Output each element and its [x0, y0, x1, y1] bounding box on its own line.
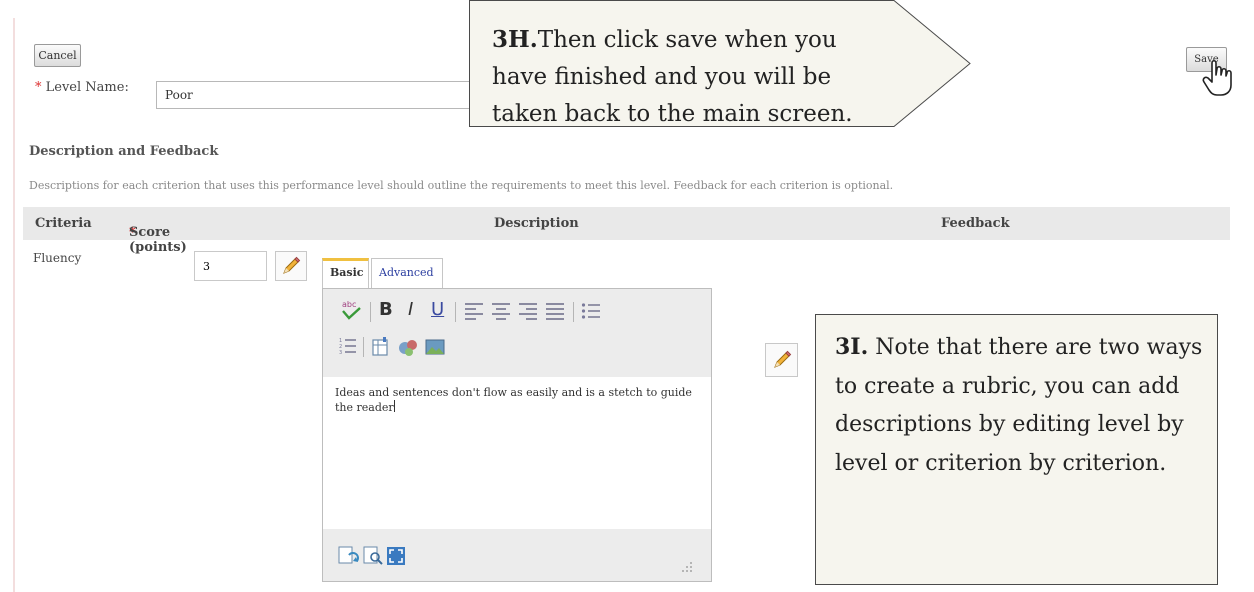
column-header-feedback: Feedback: [941, 216, 1010, 231]
callout-3h-label: 3H.: [492, 26, 538, 53]
callout-3i-label: 3I.: [835, 334, 869, 360]
tab-advanced[interactable]: Advanced: [371, 258, 443, 288]
italic-button[interactable]: I: [408, 299, 413, 320]
pencil-icon: [773, 350, 791, 368]
numbered-list-icon[interactable]: 123: [339, 337, 357, 355]
description-textarea[interactable]: Ideas and sentences don't flow as easily…: [323, 377, 711, 529]
insert-equation-icon[interactable]: [397, 337, 419, 357]
section-title: Description and Feedback: [29, 144, 219, 159]
fullscreen-icon[interactable]: [385, 545, 407, 567]
bullet-list-icon[interactable]: [581, 302, 601, 320]
preview-icon[interactable]: [337, 545, 359, 567]
editor-toolbar: abc B I U 123: [323, 289, 711, 377]
score-input[interactable]: [194, 251, 267, 281]
editor-footer: [323, 529, 711, 581]
align-right-icon[interactable]: [518, 302, 538, 320]
callout-3i-text: Note that there are two ways to create a…: [835, 335, 1203, 476]
callout-step-3i: 3I. Note that there are two ways to crea…: [815, 314, 1218, 585]
cancel-button[interactable]: Cancel: [34, 44, 81, 67]
criterion-name: Fluency: [33, 251, 82, 265]
resize-grip-icon[interactable]: [679, 559, 693, 573]
description-editor: abc B I U 123 Ideas and sentences don't …: [322, 288, 712, 582]
level-name-input[interactable]: [156, 81, 478, 109]
description-text: Ideas and sentences don't flow as easily…: [335, 386, 692, 414]
hand-cursor-icon: [1202, 59, 1232, 96]
svg-text:3: 3: [339, 350, 342, 355]
callout-3h-text: Then click save when you have finished a…: [492, 27, 853, 127]
insert-table-icon[interactable]: [371, 337, 391, 357]
toolbar-separator: [573, 302, 574, 322]
table-header: Criteria * Score (points) Description Fe…: [23, 207, 1230, 255]
spellcheck-icon[interactable]: abc: [339, 299, 363, 321]
align-justify-icon[interactable]: [545, 302, 565, 320]
page-left-border: [13, 18, 15, 592]
toolbar-separator: [370, 302, 371, 322]
edit-description-button[interactable]: [275, 251, 307, 281]
column-header-description: Description: [494, 216, 579, 231]
underline-button[interactable]: U: [431, 299, 444, 320]
toolbar-separator: [455, 302, 456, 322]
search-document-icon[interactable]: [362, 545, 384, 567]
pencil-icon: [283, 256, 301, 274]
callout-3h-arrow-tip: [892, 0, 971, 127]
text-caret: [393, 400, 395, 412]
column-header-score-text: Score (points): [129, 225, 187, 255]
align-left-icon[interactable]: [464, 302, 484, 320]
level-name-label-text: Level Name:: [45, 80, 129, 95]
column-header-criteria: Criteria: [35, 216, 92, 231]
required-marker: *: [35, 80, 42, 95]
level-name-label: * Level Name:: [35, 80, 129, 95]
toolbar-separator: [363, 337, 364, 357]
align-center-icon[interactable]: [491, 302, 511, 320]
bold-button[interactable]: B: [379, 299, 393, 320]
svg-text:abc: abc: [342, 300, 356, 309]
edit-feedback-button[interactable]: [765, 343, 798, 377]
insert-image-icon[interactable]: [425, 338, 445, 356]
tab-basic[interactable]: Basic: [322, 258, 369, 288]
callout-step-3h: 3H.Then click save when you have finishe…: [469, 0, 893, 127]
section-instructions: Descriptions for each criterion that use…: [29, 179, 894, 192]
